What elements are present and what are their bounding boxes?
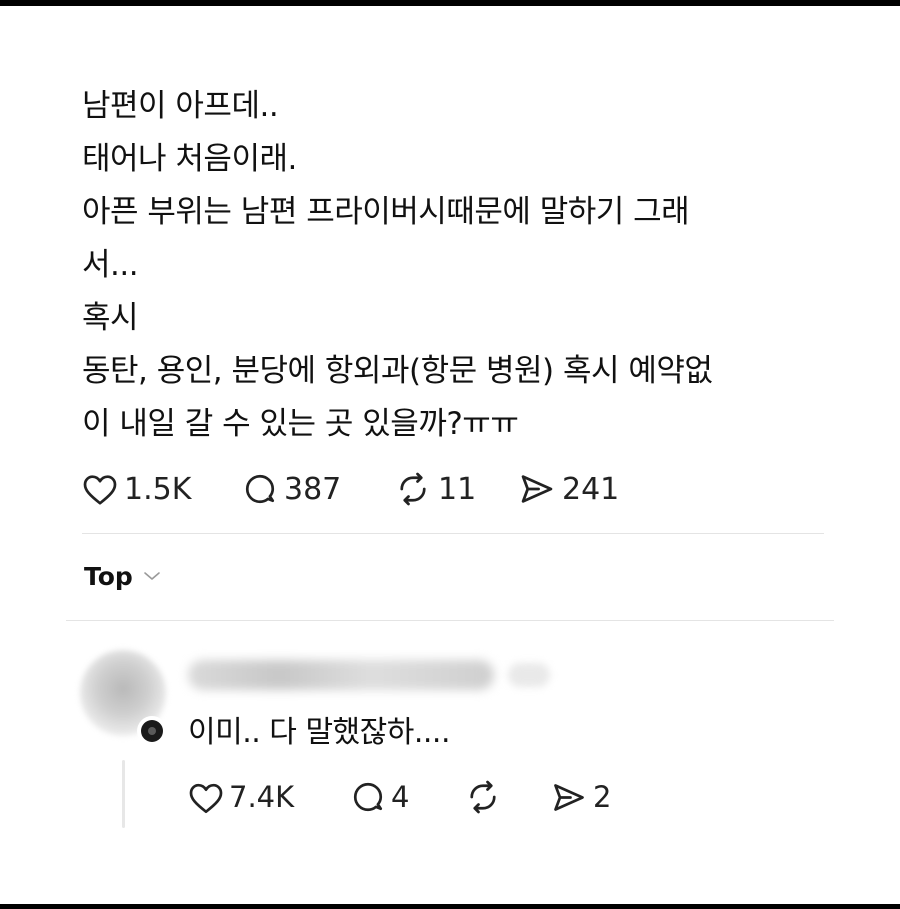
- comment-button[interactable]: 387: [242, 471, 394, 507]
- post-text-line: 혹시: [82, 300, 139, 336]
- share-button[interactable]: 241: [518, 472, 619, 507]
- reply-username-blurred[interactable]: [188, 660, 494, 690]
- thread-line: [122, 760, 125, 828]
- repost-count: 11: [438, 471, 477, 507]
- post-text-line: 태어나 처음이래.: [82, 141, 297, 177]
- reply-action-bar: 7.4K 4 2: [188, 775, 611, 819]
- sort-label: Top: [84, 562, 133, 591]
- bottom-frame-border: [0, 904, 900, 909]
- replies-sort-dropdown[interactable]: Top: [84, 562, 161, 591]
- share-count: 2: [593, 780, 612, 814]
- divider: [66, 620, 834, 621]
- post-text-line: 동탄, 용인, 분당에 항외과(항문 병원) 혹시 예약없: [82, 353, 713, 389]
- repost-icon: [464, 779, 502, 815]
- share-button[interactable]: 2: [550, 780, 611, 814]
- send-icon: [550, 781, 588, 814]
- comment-bubble-icon: [242, 471, 278, 507]
- divider: [82, 533, 824, 534]
- post-text-line: 이 내일 갈 수 있는 곳 있을까?ㅠㅠ: [82, 406, 519, 442]
- comment-bubble-icon: [350, 779, 386, 815]
- repost-button[interactable]: 11: [394, 471, 518, 507]
- comment-count: 4: [391, 780, 410, 814]
- post-text-line: 남편이 아프데..: [82, 88, 279, 124]
- repost-button[interactable]: [464, 779, 550, 815]
- like-button[interactable]: 7.4K: [188, 780, 350, 814]
- reply-text: 이미.. 다 말했잖하....: [188, 715, 451, 750]
- like-button[interactable]: 1.5K: [82, 472, 242, 507]
- post-text-line: 서...: [82, 247, 139, 283]
- post-text-line: 아픈 부위는 남편 프라이버시때문에 말하기 그래: [82, 194, 690, 230]
- like-count: 1.5K: [124, 471, 192, 507]
- repost-icon: [394, 471, 432, 507]
- post-action-bar: 1.5K 387 11 241: [82, 466, 619, 512]
- comment-button[interactable]: 4: [350, 779, 464, 815]
- heart-icon: [82, 472, 118, 506]
- reply-timestamp-blurred: [508, 663, 550, 687]
- heart-icon: [188, 781, 224, 814]
- share-count: 241: [562, 471, 620, 507]
- top-frame-border: [0, 0, 900, 6]
- comment-count: 387: [284, 471, 342, 507]
- like-count: 7.4K: [229, 780, 295, 814]
- send-icon: [518, 472, 556, 506]
- follow-badge: [137, 716, 167, 746]
- chevron-down-icon: [143, 567, 161, 586]
- post-body: 남편이 아프데.. 태어나 처음이래. 아픈 부위는 남편 프라이버시때문에 말…: [82, 80, 822, 451]
